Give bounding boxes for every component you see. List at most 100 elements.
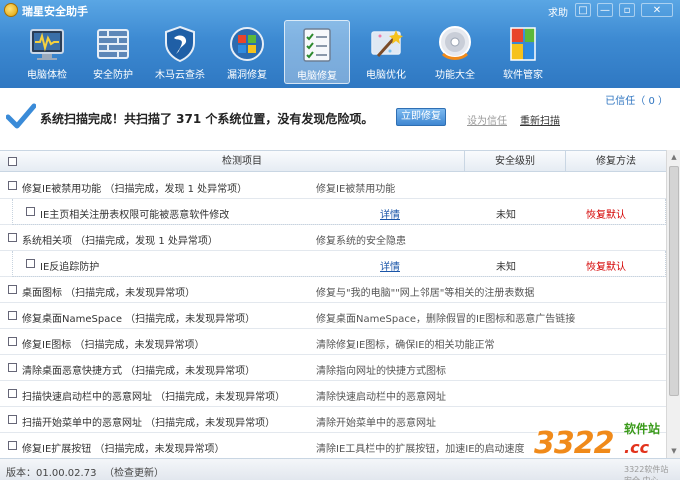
header-level: 安全级别 xyxy=(495,156,535,167)
tool-label: 电脑体检 xyxy=(27,70,67,81)
sub-row-frame xyxy=(12,251,666,277)
tool-label: 木马云查杀 xyxy=(155,70,205,81)
select-all-checkbox[interactable] xyxy=(8,157,17,166)
row-checkbox[interactable] xyxy=(8,415,17,424)
set-trust-link[interactable]: 设为信任 xyxy=(467,112,507,127)
minimize-button[interactable]: — xyxy=(597,3,613,17)
tool-pc-repair[interactable]: 电脑修复 xyxy=(284,20,350,84)
close-button[interactable]: ✕ xyxy=(641,3,673,17)
row-level: 未知 xyxy=(496,210,516,221)
menu-button[interactable]: □ xyxy=(575,3,591,17)
row-name: IE主页相关注册表权限可能被恶意软件修改 xyxy=(40,210,230,221)
row-description: 清除指向网址的快捷方式图标 xyxy=(316,366,446,377)
header-method: 修复方法 xyxy=(596,156,636,167)
tool-label: 漏洞修复 xyxy=(227,70,267,81)
scan-result-message: 系统扫描完成！共扫描了 371 个系统位置，没有发现危险项。 xyxy=(40,112,374,126)
scroll-thumb[interactable] xyxy=(669,166,679,396)
tool-all-features[interactable]: 功能大全 xyxy=(422,20,488,84)
magic-wand-icon xyxy=(371,30,403,58)
row-level: 未知 xyxy=(496,262,516,273)
row-description: 清除快速启动栏中的恶意网址 xyxy=(316,392,446,403)
software-box-icon xyxy=(510,27,536,61)
tool-label: 安全防护 xyxy=(93,70,133,81)
details-link[interactable]: 详情 xyxy=(380,206,400,221)
tool-label: 功能大全 xyxy=(435,70,475,81)
table-row[interactable]: 清除桌面恶意快捷方式 （扫描完成，未发现异常项） 清除指向网址的快捷方式图标 xyxy=(0,355,666,381)
row-checkbox[interactable] xyxy=(8,337,17,346)
trusted-count-link[interactable]: 已信任（ 0 ） xyxy=(605,92,668,107)
row-checkbox[interactable] xyxy=(8,363,17,372)
row-description: 修复IE被禁用功能 xyxy=(316,184,396,195)
tool-label: 电脑修复 xyxy=(297,71,337,82)
row-checkbox[interactable] xyxy=(8,311,17,320)
watermark-brand: 软件站 xyxy=(624,422,661,436)
row-description: 清除修复IE图标，确保IE的相关功能正常 xyxy=(316,340,495,351)
row-description: 修复桌面NameSpace，删除假冒的IE图标和恶意广告链接 xyxy=(316,314,576,325)
tool-software-manager[interactable]: 软件管家 xyxy=(490,20,556,84)
shield-icon xyxy=(165,25,195,63)
app-title: 瑞星安全助手 xyxy=(22,5,88,18)
tool-trojan-cloud-scan[interactable]: 木马云查杀 xyxy=(147,20,213,84)
main-toolbar: 电脑体检 安全防护 木马云查杀 漏洞修复 电脑修复 电脑优化 功能大全 软件管家 xyxy=(0,20,680,84)
tool-vulnerability-repair[interactable]: 漏洞修复 xyxy=(214,20,280,84)
help-link[interactable]: 求助 xyxy=(548,4,568,19)
row-name: 修复IE被禁用功能 （扫描完成，发现 1 处异常项） xyxy=(22,184,248,195)
row-description: 清除开始菜单中的恶意网址 xyxy=(316,418,436,429)
tool-pc-optimize[interactable]: 电脑优化 xyxy=(353,20,419,84)
monitor-pulse-icon xyxy=(30,29,64,60)
row-checkbox[interactable] xyxy=(26,207,35,216)
row-name: IE反追踪防护 xyxy=(40,262,100,273)
row-name: 扫描快速启动栏中的恶意网址 （扫描完成，未发现异常项） xyxy=(22,392,286,403)
scroll-up-icon[interactable]: ▲ xyxy=(668,151,680,163)
tool-label: 软件管家 xyxy=(503,70,543,81)
checklist-icon xyxy=(303,28,331,62)
row-method: 恢复默认 xyxy=(586,210,626,221)
row-method: 恢复默认 xyxy=(586,262,626,273)
windows-patch-icon xyxy=(230,27,264,61)
row-checkbox[interactable] xyxy=(8,389,17,398)
row-checkbox[interactable] xyxy=(8,181,17,190)
checkmark-icon xyxy=(6,103,36,129)
check-update-link[interactable]: （检查更新） xyxy=(104,464,164,479)
table-row[interactable]: IE反追踪防护 详情 未知 恢复默认 xyxy=(0,251,666,277)
row-description: 清除IE工具栏中的扩展按钮，加速IE的启动速度 xyxy=(316,444,525,455)
row-description: 修复与"我的电脑""网上邻居"等相关的注册表数据 xyxy=(316,288,535,299)
row-name: 修复IE扩展按钮 （扫描完成，未发现异常项） xyxy=(22,444,225,455)
header-item: 检测项目 xyxy=(222,156,262,167)
disc-icon xyxy=(439,26,471,60)
table-row[interactable]: 扫描快速启动栏中的恶意网址 （扫描完成，未发现异常项） 清除快速启动栏中的恶意网… xyxy=(0,381,666,407)
site-watermark: 3322 软件站 .cc 3322软件站 安全 中心 xyxy=(528,418,678,480)
details-link[interactable]: 详情 xyxy=(380,258,400,273)
row-checkbox[interactable] xyxy=(8,285,17,294)
row-name: 桌面图标 （扫描完成，未发现异常项） xyxy=(22,288,196,299)
row-checkbox[interactable] xyxy=(8,441,17,450)
table-row[interactable]: 系统相关项 （扫描完成，发现 1 处异常项） 修复系统的安全隐患 xyxy=(0,225,666,251)
watermark-subtitle: 3322软件站 安全 中心 xyxy=(624,465,669,480)
row-name: 修复IE图标 （扫描完成，未发现异常项） xyxy=(22,340,205,351)
row-name: 扫描开始菜单中的恶意网址 （扫描完成，未发现异常项） xyxy=(22,418,276,429)
table-row[interactable]: 修复IE被禁用功能 （扫描完成，发现 1 处异常项） 修复IE被禁用功能 xyxy=(0,173,666,199)
maximize-button[interactable]: ▫ xyxy=(619,3,635,17)
row-checkbox[interactable] xyxy=(8,233,17,242)
table-row[interactable]: 修复桌面NameSpace （扫描完成，未发现异常项） 修复桌面NameSpac… xyxy=(0,303,666,329)
watermark-tld: .cc xyxy=(624,438,650,457)
table-scrollbar[interactable]: ▲ ▼ xyxy=(666,150,680,458)
tool-label: 电脑优化 xyxy=(366,70,406,81)
firewall-icon xyxy=(97,29,129,59)
rescan-link[interactable]: 重新扫描 xyxy=(520,112,560,127)
table-row[interactable]: 桌面图标 （扫描完成，未发现异常项） 修复与"我的电脑""网上邻居"等相关的注册… xyxy=(0,277,666,303)
top-bar: 瑞星安全助手 求助 □ — ▫ ✕ 电脑体检 安全防护 木马云查杀 漏洞修复 电… xyxy=(0,0,680,88)
version-label: 版本：01.00.02.73 xyxy=(6,468,97,479)
tool-pc-checkup[interactable]: 电脑体检 xyxy=(14,20,80,84)
tool-security-protection[interactable]: 安全防护 xyxy=(80,20,146,84)
table-row[interactable]: 修复IE图标 （扫描完成，未发现异常项） 清除修复IE图标，确保IE的相关功能正… xyxy=(0,329,666,355)
row-name: 修复桌面NameSpace （扫描完成，未发现异常项） xyxy=(22,314,256,325)
row-checkbox[interactable] xyxy=(26,259,35,268)
rising-logo-icon xyxy=(4,3,18,17)
table-row[interactable]: IE主页相关注册表权限可能被恶意软件修改 详情 未知 恢复默认 xyxy=(0,199,666,225)
fix-now-button[interactable]: 立即修复 xyxy=(396,108,446,126)
row-name: 系统相关项 （扫描完成，发现 1 处异常项） xyxy=(22,236,218,247)
row-name: 清除桌面恶意快捷方式 （扫描完成，未发现异常项） xyxy=(22,366,256,377)
watermark-number: 3322 xyxy=(534,426,614,461)
scan-results-table: 检测项目 安全级别 修复方法 修复IE被禁用功能 （扫描完成，发现 1 处异常项… xyxy=(0,150,666,458)
